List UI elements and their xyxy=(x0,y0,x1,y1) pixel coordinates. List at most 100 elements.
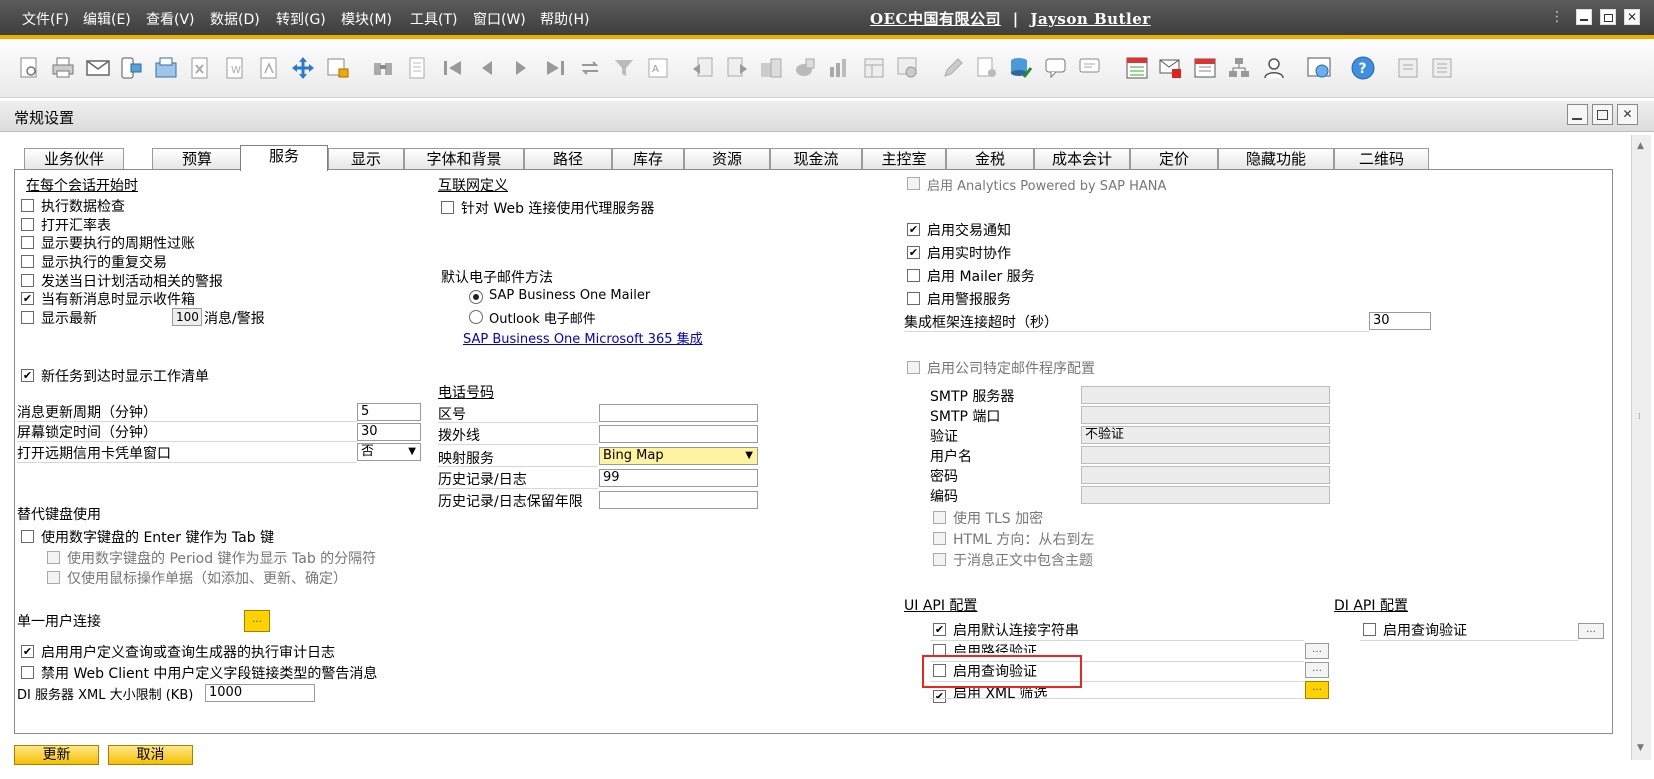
find-icon[interactable] xyxy=(370,55,396,81)
checkbox-mouse-only[interactable] xyxy=(47,571,60,584)
window-minimize-button[interactable] xyxy=(1567,104,1588,125)
gross-profit-icon[interactable] xyxy=(826,55,852,81)
history-years-input[interactable] xyxy=(599,491,758,509)
ui-path-button[interactable]: … xyxy=(1305,643,1329,659)
journal-icon[interactable] xyxy=(758,55,784,81)
msg-refresh-input[interactable]: 5 xyxy=(357,403,421,421)
edit-pen-icon[interactable] xyxy=(940,55,966,81)
checkbox-trans-notify[interactable]: ✔ xyxy=(907,223,920,236)
checkbox-subject[interactable] xyxy=(933,553,946,566)
checkbox-ui-xml[interactable]: ✔ xyxy=(933,690,946,703)
checkbox-alert-service[interactable] xyxy=(907,292,920,305)
move-icon[interactable] xyxy=(290,55,316,81)
chat-icon[interactable] xyxy=(1077,55,1103,81)
scroll-down-icon[interactable]: ▼ xyxy=(1637,743,1644,753)
checkbox-show-inbox[interactable]: ✔ xyxy=(21,292,34,305)
previous-record-icon[interactable] xyxy=(474,55,500,81)
tab-budget[interactable]: 预算 xyxy=(152,148,242,169)
checkbox-activity-alerts[interactable] xyxy=(21,274,34,287)
base-document-icon[interactable] xyxy=(690,55,716,81)
tab-cash-flow[interactable]: 现金流 xyxy=(770,148,862,169)
ui-query-button[interactable]: … xyxy=(1305,662,1329,678)
di-xml-limit-input[interactable]: 1000 xyxy=(205,684,315,702)
target-document-icon[interactable] xyxy=(724,55,750,81)
sort-icon[interactable]: A xyxy=(645,55,671,81)
map-service-select[interactable]: Bing Map ▼ xyxy=(599,447,758,465)
timeout-input[interactable]: 30 xyxy=(1369,312,1431,330)
radio-outlook[interactable] xyxy=(469,310,483,324)
tab-pricing[interactable]: 定价 xyxy=(1130,148,1218,169)
checkbox-mailer-service[interactable] xyxy=(907,269,920,282)
checkbox-tls[interactable] xyxy=(933,511,946,524)
checkbox-analytics[interactable] xyxy=(907,177,920,190)
checkbox-recurring-postings[interactable] xyxy=(21,236,34,249)
help-icon[interactable]: ? xyxy=(1350,55,1376,81)
checkbox-html-rtl[interactable] xyxy=(933,532,946,545)
username-input[interactable] xyxy=(1081,446,1330,464)
app-minimize-button[interactable] xyxy=(1576,9,1592,25)
tab-font-background[interactable]: 字体和背景 xyxy=(404,148,524,169)
menu-view[interactable]: 查看(V) xyxy=(146,9,195,29)
lock-form-icon[interactable] xyxy=(325,55,351,81)
history-log-input[interactable]: 99 xyxy=(599,469,758,487)
menu-data[interactable]: 数据(D) xyxy=(210,9,260,29)
tab-path[interactable]: 路径 xyxy=(524,148,612,169)
export-excel-icon[interactable] xyxy=(187,55,213,81)
web-browser-icon[interactable] xyxy=(1306,55,1332,81)
checkbox-data-check[interactable] xyxy=(21,199,34,212)
doc-settings-icon[interactable] xyxy=(974,55,1000,81)
settings-icon[interactable] xyxy=(895,55,921,81)
calendar-icon[interactable] xyxy=(1192,55,1218,81)
area-code-input[interactable] xyxy=(599,404,758,422)
checkbox-ui-default-conn[interactable]: ✔ xyxy=(933,623,946,636)
encoding-input[interactable] xyxy=(1081,486,1330,504)
tab-hidden-functions[interactable]: 隐藏功能 xyxy=(1218,148,1334,169)
checkbox-di-query[interactable] xyxy=(1363,623,1376,636)
radio-sap-mailer[interactable] xyxy=(469,290,483,304)
filter-icon[interactable] xyxy=(611,55,637,81)
menu-help[interactable]: 帮助(H) xyxy=(540,9,589,29)
checkbox-web-client-warning[interactable] xyxy=(21,666,34,679)
tab-display[interactable]: 显示 xyxy=(328,148,404,169)
menu-tools[interactable]: 工具(T) xyxy=(410,9,457,29)
tab-qr-code[interactable]: 二维码 xyxy=(1334,148,1429,169)
checkbox-realtime[interactable]: ✔ xyxy=(907,246,920,259)
tab-cost-accounting[interactable]: 成本会计 xyxy=(1034,148,1130,169)
ms365-link[interactable]: SAP Business One Microsoft 365 集成 xyxy=(463,328,703,347)
report-list-icon[interactable] xyxy=(1429,55,1455,81)
lock-time-input[interactable]: 30 xyxy=(357,423,421,441)
checkbox-worklist[interactable]: ✔ xyxy=(21,369,34,382)
menu-window[interactable]: 窗口(W) xyxy=(473,9,526,29)
tab-inventory[interactable]: 库存 xyxy=(612,148,684,169)
menu-modules[interactable]: 模块(M) xyxy=(341,9,392,29)
scroll-up-icon[interactable]: ▲ xyxy=(1637,141,1644,151)
password-input[interactable] xyxy=(1081,466,1330,484)
smtp-server-input[interactable] xyxy=(1081,386,1330,404)
window-close-button[interactable]: ✕ xyxy=(1617,104,1638,125)
scroll-grip-icon[interactable]: ⁞ xyxy=(1638,412,1641,422)
app-close-button[interactable]: ✕ xyxy=(1624,9,1640,25)
cancel-button[interactable]: 取消 xyxy=(108,745,193,765)
checkbox-keypad-period[interactable] xyxy=(47,551,60,564)
checkbox-company-mail[interactable] xyxy=(907,361,920,374)
tab-resources[interactable]: 资源 xyxy=(684,148,770,169)
menu-file[interactable]: 文件(F) xyxy=(22,9,69,29)
checkbox-proxy[interactable] xyxy=(441,201,454,214)
payment-icon[interactable] xyxy=(792,55,818,81)
layout-designer-icon[interactable] xyxy=(861,55,887,81)
tab-business-partner[interactable]: 业务伙伴 xyxy=(24,148,124,169)
extension-input[interactable] xyxy=(599,425,758,443)
messages-icon[interactable] xyxy=(1043,55,1069,81)
refresh-icon[interactable] xyxy=(577,55,603,81)
export-word-icon[interactable]: W xyxy=(222,55,248,81)
menu-goto[interactable]: 转到(G) xyxy=(276,9,326,29)
email-icon[interactable] xyxy=(85,55,111,81)
last-record-icon[interactable] xyxy=(542,55,568,81)
checkbox-exchange-rate[interactable] xyxy=(21,218,34,231)
menu-edit[interactable]: 编辑(E) xyxy=(83,9,131,29)
ui-xml-button[interactable]: … xyxy=(1305,681,1329,699)
update-button[interactable]: 更新 xyxy=(14,745,99,765)
credit-voucher-select[interactable]: 否 ▼ xyxy=(357,443,421,461)
calendar-checklist-icon[interactable] xyxy=(1124,55,1150,81)
user-icon[interactable] xyxy=(1261,55,1287,81)
